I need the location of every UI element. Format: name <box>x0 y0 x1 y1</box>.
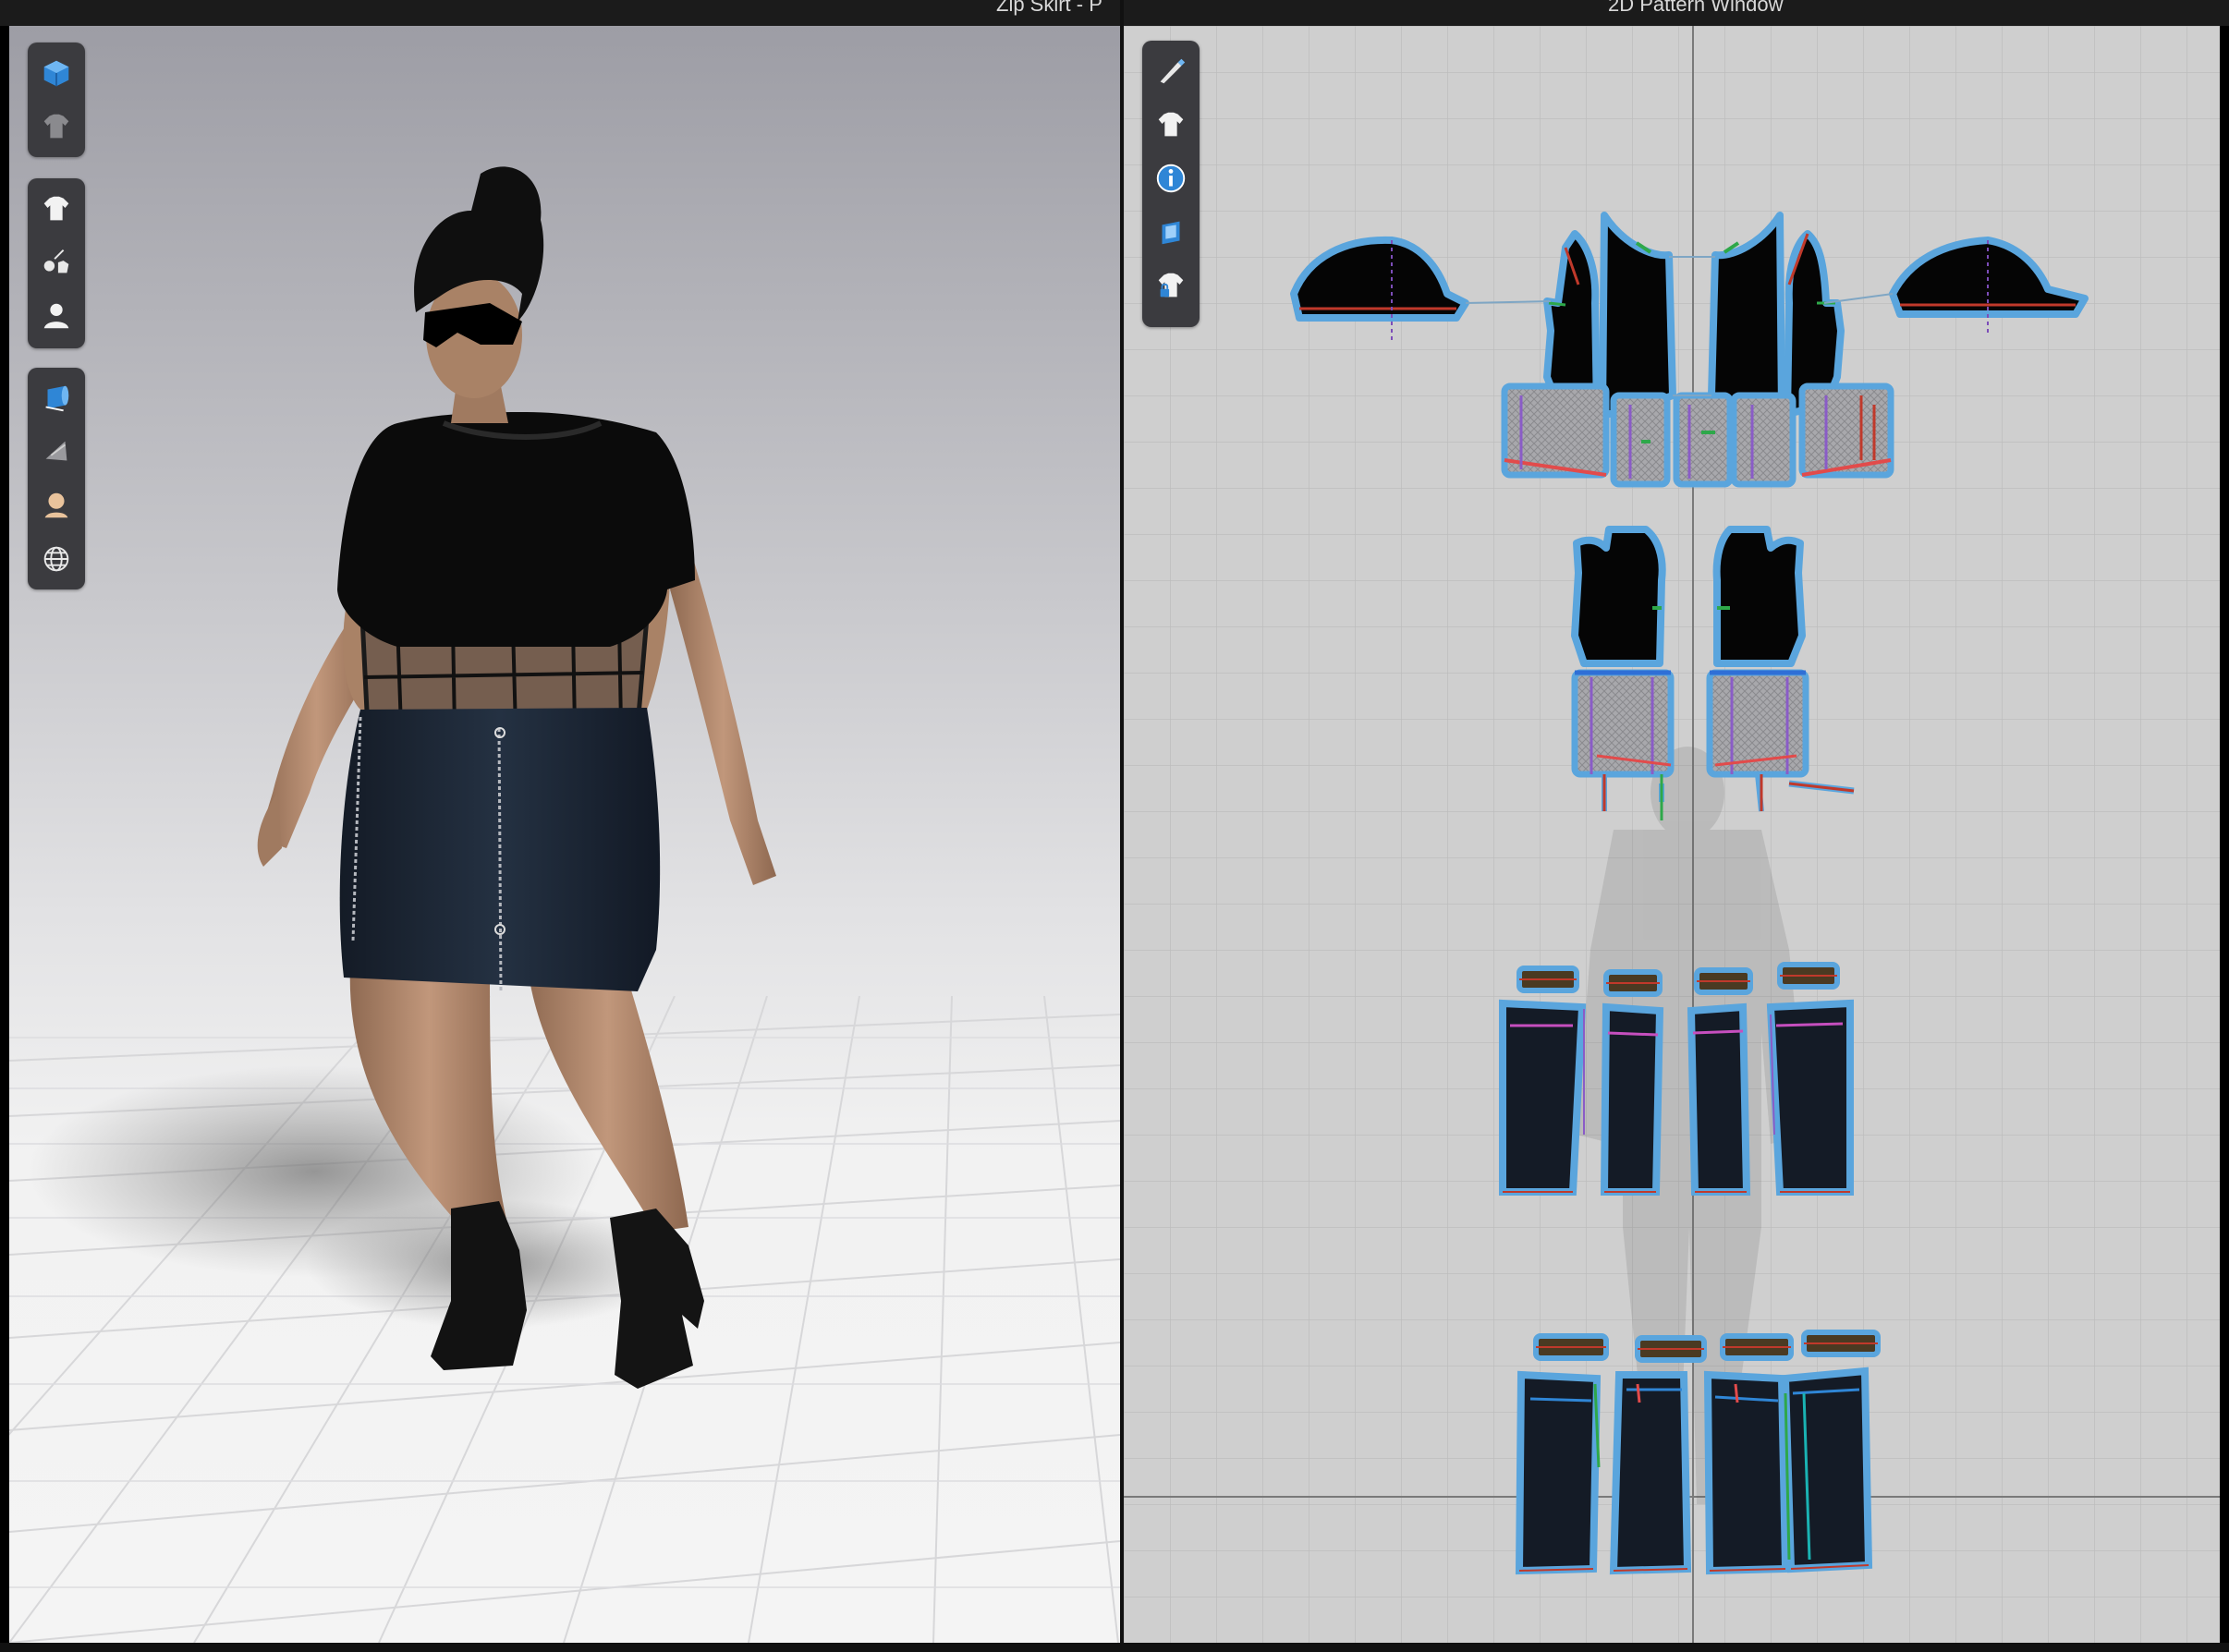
pattern-shirt-icon[interactable] <box>1148 102 1194 148</box>
fabric-roll-icon[interactable] <box>33 375 79 421</box>
pattern-toolbar <box>1142 41 1200 327</box>
display-3d-cube-icon[interactable] <box>33 50 79 96</box>
info-icon[interactable] <box>1148 155 1194 201</box>
pattern-window[interactable] <box>1124 26 2220 1643</box>
bottom-edge <box>0 1643 2229 1652</box>
display-toolbar <box>28 43 85 157</box>
garment-toolbar <box>28 178 85 348</box>
viewport-3d-title-bar: Zip Skirt - P <box>0 0 1120 26</box>
avatar-skin-icon[interactable] <box>33 482 79 528</box>
garment-display-icon[interactable] <box>33 103 79 150</box>
locked-garment-icon[interactable] <box>1148 262 1194 309</box>
texture-display-icon[interactable] <box>1148 209 1194 255</box>
pattern-canvas[interactable] <box>1124 26 2220 1643</box>
viewport-3d-title: Zip Skirt - P <box>996 0 1102 16</box>
garment-selection-icon[interactable] <box>33 239 79 285</box>
edit-pattern-pen-icon[interactable] <box>1148 48 1194 94</box>
pattern-window-title-bar: 2D Pattern Window <box>1124 0 2229 26</box>
garment-shirt-icon[interactable] <box>33 186 79 232</box>
avatar-icon[interactable] <box>33 293 79 339</box>
pattern-window-title: 2D Pattern Window <box>1608 0 1784 16</box>
scene-3d <box>9 166 1120 1643</box>
environment-globe-icon[interactable] <box>33 536 79 582</box>
mesh-display-icon[interactable] <box>33 429 79 475</box>
render-toolbar <box>28 368 85 589</box>
viewport-3d[interactable] <box>9 26 1120 1643</box>
